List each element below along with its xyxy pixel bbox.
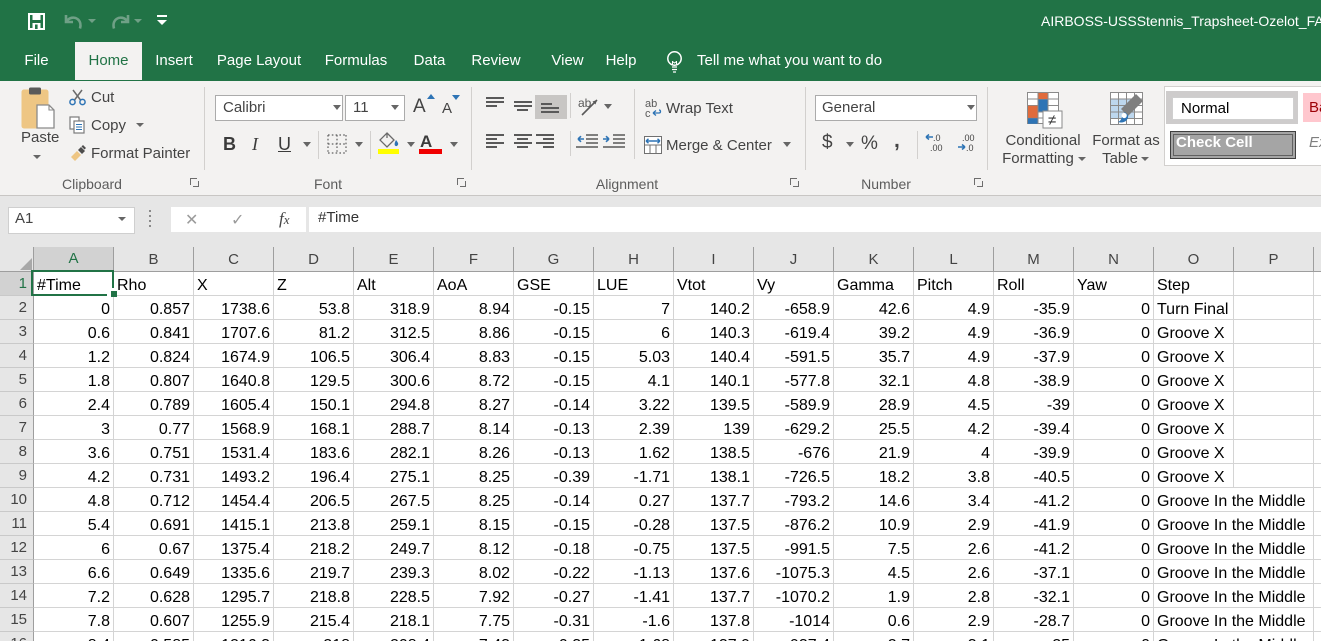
svg-text:.00: .00 xyxy=(962,133,975,143)
svg-text:c: c xyxy=(645,108,651,117)
svg-text:.0: .0 xyxy=(966,143,974,152)
svg-text:≠: ≠ xyxy=(1048,112,1056,129)
svg-text:.00: .00 xyxy=(930,143,943,152)
svg-text:.0: .0 xyxy=(933,133,941,143)
